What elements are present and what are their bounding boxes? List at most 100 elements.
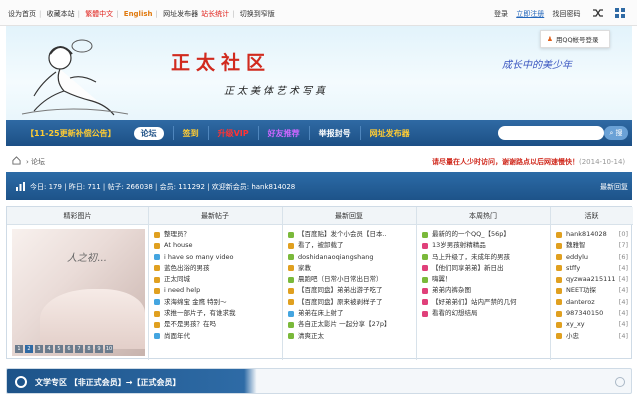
- list-item[interactable]: 【好弟弟们】站内严禁的几何: [422, 297, 548, 308]
- list-item[interactable]: 【他们同享弟弟】新日出: [422, 263, 548, 274]
- slideshow-dot[interactable]: 3: [35, 345, 43, 353]
- slideshow-dot[interactable]: 9: [95, 345, 103, 353]
- active-user-item[interactable]: NEET功探 [4]: [556, 285, 628, 296]
- bullet-icon: [422, 299, 428, 306]
- list-item[interactable]: 【百度同盘】原来被剥样子了: [288, 297, 414, 308]
- nav-item-checkin[interactable]: 签到: [183, 128, 199, 139]
- home-icon[interactable]: [12, 156, 21, 167]
- literature-section-header[interactable]: 文学专区 【非正式会员】→【正式会员】: [6, 368, 632, 394]
- search-input[interactable]: [498, 126, 604, 140]
- list-item[interactable]: i have so many video: [154, 252, 280, 263]
- active-user-item[interactable]: qyzwaa215111 [4]: [556, 274, 628, 285]
- list-item[interactable]: i need help: [154, 285, 280, 296]
- photo-caption: 人之初...: [67, 253, 107, 264]
- slideshow-dot[interactable]: 4: [45, 345, 53, 353]
- nav-item-report[interactable]: 举报封号: [319, 128, 351, 139]
- list-item[interactable]: 各自正太影片 一起分享【27p】: [288, 319, 414, 330]
- active-user-item[interactable]: 987340150 [4]: [556, 308, 628, 319]
- list-item[interactable]: 晨跑吧（日常小日常出日常）: [288, 274, 414, 285]
- slideshow-dot[interactable]: 7: [75, 345, 83, 353]
- site-title: 正太社区: [171, 52, 272, 74]
- bullet-icon: [422, 231, 428, 238]
- shuffle-icon[interactable]: [588, 3, 608, 23]
- bullet-icon: [556, 254, 562, 261]
- bullet-icon: [556, 310, 562, 317]
- bullet-icon: [556, 299, 562, 306]
- slideshow-dot[interactable]: 5: [55, 345, 63, 353]
- traditional-chinese-link[interactable]: 繁體中文: [85, 10, 113, 18]
- slideshow-dot[interactable]: 1: [15, 345, 23, 353]
- bullet-icon: [422, 287, 428, 294]
- active-user-item[interactable]: stffy [4]: [556, 263, 628, 274]
- nav-item-friend-recommend[interactable]: 好友推荐: [268, 128, 300, 139]
- list-item[interactable]: 弟弟在床上射了: [288, 308, 414, 319]
- update-notice-link[interactable]: 【11-25更新补偿公告】: [26, 128, 116, 139]
- list-item[interactable]: 清爽正太: [288, 331, 414, 342]
- site-stats-link[interactable]: 站长统计: [201, 10, 229, 18]
- list-item[interactable]: 弟弟内裤杂图: [422, 285, 548, 296]
- main-nav: 【11-25更新补偿公告】 论坛 签到 升级VIP 好友推荐 举报封号 网址发布…: [6, 120, 632, 146]
- grid-menu-icon[interactable]: [610, 3, 630, 23]
- list-item[interactable]: 看了，被卸载了: [288, 240, 414, 251]
- list-item[interactable]: 家教: [288, 263, 414, 274]
- list-item[interactable]: 【百度同盘】弟弟出游子吃了: [288, 285, 414, 296]
- active-user-item[interactable]: 魏雅智 [7]: [556, 240, 628, 251]
- header-new-posts: 最新帖子: [148, 207, 282, 225]
- narrow-mode-link[interactable]: 切换到窄版: [240, 10, 275, 18]
- slideshow-dot[interactable]: 6: [65, 345, 73, 353]
- site-subtitle: 正太美体艺术写真: [224, 86, 328, 97]
- list-item[interactable]: doshidanaoqiangshang: [288, 252, 414, 263]
- list-item[interactable]: 是不是男孩？在吗: [154, 319, 280, 330]
- breadcrumb-current[interactable]: › 论坛: [26, 157, 45, 167]
- list-item[interactable]: 求推一部片子，有谁求我: [154, 308, 280, 319]
- list-item[interactable]: 整理员？: [154, 229, 280, 240]
- active-user-item[interactable]: xy_xy [4]: [556, 319, 628, 330]
- search-icon: ⌕: [609, 128, 614, 137]
- english-link[interactable]: English: [124, 10, 153, 18]
- slideshow-dot[interactable]: 8: [85, 345, 93, 353]
- bullet-icon: [556, 265, 562, 272]
- list-item[interactable]: 求海绵宝 金鹰 特别～: [154, 297, 280, 308]
- nav-item-forum[interactable]: 论坛: [133, 126, 164, 140]
- bullet-icon: [556, 333, 562, 340]
- list-item[interactable]: 看看的幻想结局: [422, 308, 548, 319]
- list-item[interactable]: 嗨翼！: [422, 274, 548, 285]
- list-item[interactable]: 【百度贴】发个小会员【日本..: [288, 229, 414, 240]
- active-user-item[interactable]: hank814028 [0]: [556, 229, 628, 240]
- latest-replies-link[interactable]: 最新回复: [600, 182, 628, 192]
- header-featured-photos: 精彩图片: [7, 207, 148, 225]
- forgot-password-link[interactable]: 找回密码: [552, 10, 580, 18]
- qq-login-button[interactable]: ♟ 用QQ帐号登录: [540, 30, 610, 48]
- list-item[interactable]: At house: [154, 240, 280, 251]
- slideshow-dot[interactable]: 10: [105, 345, 113, 353]
- list-item[interactable]: 马上升级了，未成年的男孩: [422, 252, 548, 263]
- register-link[interactable]: 立即注册: [516, 10, 544, 18]
- list-item[interactable]: 蓝色出浴的男孩: [154, 263, 280, 274]
- login-link[interactable]: 登录: [494, 10, 508, 18]
- bullet-icon: [556, 242, 562, 249]
- bullet-icon: [288, 299, 294, 306]
- nav-item-url-publisher[interactable]: 网址发布器: [370, 128, 410, 139]
- search-button[interactable]: ⌕ 搜: [604, 126, 628, 140]
- nav-item-upgrade-vip[interactable]: 升级VIP: [218, 128, 249, 139]
- bullet-icon: [288, 310, 294, 317]
- list-item[interactable]: 正太同城: [154, 274, 280, 285]
- active-user-item[interactable]: danteroz [4]: [556, 297, 628, 308]
- bookmark-link[interactable]: 收藏本站: [47, 10, 75, 18]
- bullet-icon: [288, 333, 294, 340]
- active-user-item[interactable]: eddylu [6]: [556, 252, 628, 263]
- slideshow-dot[interactable]: 2: [25, 345, 33, 353]
- set-homepage-link[interactable]: 设为首页: [8, 10, 36, 18]
- header-new-replies: 最新回复: [282, 207, 416, 225]
- bullet-icon: [422, 265, 428, 272]
- collapse-icon[interactable]: [615, 377, 625, 387]
- list-item[interactable]: 13岁男孩射精精品: [422, 240, 548, 251]
- list-item[interactable]: 尚面年代: [154, 331, 280, 342]
- site-slogan: 成长中的美少年: [502, 60, 572, 71]
- active-users-list: hank814028 [0] 魏雅智 [7] eddylu [6] stffy [4] qyzw…: [556, 229, 628, 342]
- top-links-right: 登录 立即注册 找回密码: [494, 9, 586, 19]
- url-publisher-link[interactable]: 网址发布器: [163, 10, 198, 18]
- active-user-item[interactable]: 小忠 [4]: [556, 331, 628, 342]
- list-item[interactable]: 最新的的一个QQ_【56p】: [422, 229, 548, 240]
- featured-photo-slideshow[interactable]: 人之初... 1 2 3 4 5 6 7 8 9 10: [12, 229, 145, 356]
